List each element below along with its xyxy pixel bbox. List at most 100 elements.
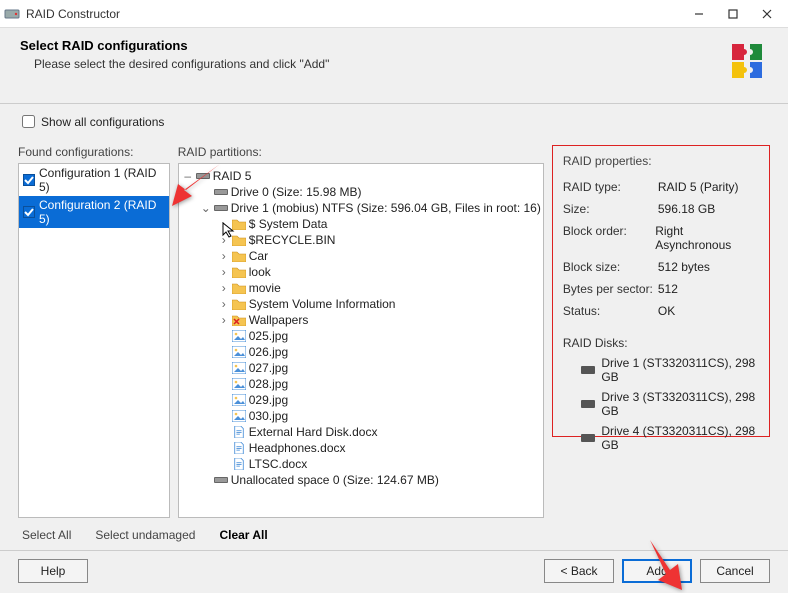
add-button[interactable]: Add bbox=[622, 559, 692, 583]
show-all-checkbox[interactable]: Show all configurations bbox=[18, 112, 770, 131]
property-key: Bytes per sector: bbox=[563, 282, 658, 296]
window-title: RAID Constructor bbox=[26, 7, 682, 21]
raid-disks-label: RAID Disks: bbox=[563, 336, 759, 350]
disk-icon bbox=[213, 473, 229, 487]
tree-row[interactable]: ·027.jpg bbox=[181, 360, 541, 376]
tree-row[interactable]: ›look bbox=[181, 264, 541, 280]
property-value: OK bbox=[658, 304, 675, 318]
property-value: 512 bbox=[658, 282, 678, 296]
tree-row[interactable]: ·LTSC.docx bbox=[181, 456, 541, 472]
tree-label: RAID 5 bbox=[213, 169, 252, 183]
disk-icon bbox=[581, 434, 595, 442]
tree-label: movie bbox=[249, 281, 281, 295]
expand-toggle-icon[interactable]: › bbox=[217, 281, 231, 295]
image-icon bbox=[231, 393, 247, 407]
property-value: Right Asynchronous bbox=[655, 224, 759, 252]
tree-label: Wallpapers bbox=[249, 313, 309, 327]
expand-toggle-icon[interactable]: › bbox=[217, 297, 231, 311]
cursor-icon bbox=[222, 222, 238, 241]
raid-disk-label: Drive 4 (ST3320311CS), 298 GB bbox=[601, 424, 759, 452]
raid-disk-label: Drive 3 (ST3320311CS), 298 GB bbox=[601, 390, 759, 418]
puzzle-icon bbox=[726, 38, 768, 83]
properties-panel: RAID properties: RAID type:RAID 5 (Parit… bbox=[552, 145, 770, 437]
config-checkbox[interactable] bbox=[23, 206, 35, 218]
tree-row[interactable]: › Wallpapers bbox=[181, 312, 541, 328]
titlebar: RAID Constructor bbox=[0, 0, 788, 28]
show-all-input[interactable] bbox=[22, 115, 35, 128]
collapse-toggle-icon[interactable]: ⌄ bbox=[199, 201, 213, 215]
tree-row[interactable]: ›Car bbox=[181, 248, 541, 264]
tree-row[interactable]: ·025.jpg bbox=[181, 328, 541, 344]
tree-label: Headphones.docx bbox=[249, 441, 346, 455]
property-row: Size:596.18 GB bbox=[563, 198, 759, 220]
tree-row[interactable]: ·026.jpg bbox=[181, 344, 541, 360]
config-row[interactable]: Configuration 2 (RAID 5) bbox=[19, 196, 169, 228]
config-row[interactable]: Configuration 1 (RAID 5) bbox=[19, 164, 169, 196]
tree-label: Unallocated space 0 (Size: 124.67 MB) bbox=[231, 473, 439, 487]
tree-label: 028.jpg bbox=[249, 377, 288, 391]
partitions-tree[interactable]: – RAID 5·Drive 0 (Size: 15.98 MB)⌄ Drive 1… bbox=[178, 163, 544, 518]
select-undamaged-link[interactable]: Select undamaged bbox=[95, 528, 195, 542]
tree-label: $ System Data bbox=[249, 217, 328, 231]
image-icon bbox=[231, 409, 247, 423]
expand-toggle-icon[interactable]: › bbox=[217, 265, 231, 279]
cancel-button[interactable]: Cancel bbox=[700, 559, 770, 583]
tree-row[interactable]: ·028.jpg bbox=[181, 376, 541, 392]
property-value: 596.18 GB bbox=[658, 202, 715, 216]
close-button[interactable] bbox=[750, 4, 784, 24]
app-icon bbox=[4, 6, 20, 22]
folder-icon bbox=[231, 249, 247, 263]
tree-row[interactable]: ·Unallocated space 0 (Size: 124.67 MB) bbox=[181, 472, 541, 488]
select-all-link[interactable]: Select All bbox=[22, 528, 71, 542]
tree-row[interactable]: ·030.jpg bbox=[181, 408, 541, 424]
raid-disk-row: Drive 3 (ST3320311CS), 298 GB bbox=[581, 390, 759, 418]
tree-row[interactable]: ⌄ Drive 1 (mobius) NTFS (Size: 596.04 GB,… bbox=[181, 200, 541, 216]
collapse-toggle-icon[interactable]: – bbox=[181, 169, 195, 183]
property-key: Block size: bbox=[563, 260, 658, 274]
expand-toggle-icon[interactable]: › bbox=[217, 249, 231, 263]
folder-x-icon bbox=[231, 313, 247, 327]
config-checkbox[interactable] bbox=[23, 174, 35, 186]
disk-icon bbox=[581, 366, 595, 374]
tree-row[interactable]: ·029.jpg bbox=[181, 392, 541, 408]
maximize-button[interactable] bbox=[716, 4, 750, 24]
tree-label: 025.jpg bbox=[249, 329, 288, 343]
tree-row[interactable]: ·External Hard Disk.docx bbox=[181, 424, 541, 440]
tree-label: Drive 1 (mobius) NTFS (Size: 596.04 GB, … bbox=[231, 201, 541, 215]
doc-icon bbox=[231, 457, 247, 471]
property-key: Size: bbox=[563, 202, 658, 216]
property-key: Block order: bbox=[563, 224, 655, 252]
tree-label: System Volume Information bbox=[249, 297, 396, 311]
tree-label: 027.jpg bbox=[249, 361, 288, 375]
tree-label: LTSC.docx bbox=[249, 457, 307, 471]
partitions-label: RAID partitions: bbox=[178, 145, 544, 159]
back-button[interactable]: < Back bbox=[544, 559, 614, 583]
minimize-button[interactable] bbox=[682, 4, 716, 24]
config-label: Configuration 2 (RAID 5) bbox=[39, 198, 165, 226]
footer: Help < Back Add Cancel bbox=[0, 550, 788, 591]
configurations-list[interactable]: Configuration 1 (RAID 5) Configuration 2 … bbox=[18, 163, 170, 518]
property-value: RAID 5 (Parity) bbox=[658, 180, 739, 194]
folder-icon bbox=[231, 297, 247, 311]
help-button[interactable]: Help bbox=[18, 559, 88, 583]
property-row: Status:OK bbox=[563, 300, 759, 322]
property-key: RAID type: bbox=[563, 180, 658, 194]
property-row: RAID type:RAID 5 (Parity) bbox=[563, 176, 759, 198]
expand-toggle-icon[interactable]: › bbox=[217, 313, 231, 327]
tree-row[interactable]: ·Drive 0 (Size: 15.98 MB) bbox=[181, 184, 541, 200]
tree-row[interactable]: › System Volume Information bbox=[181, 296, 541, 312]
properties-label: RAID properties: bbox=[563, 154, 759, 168]
tree-label: Drive 0 (Size: 15.98 MB) bbox=[231, 185, 362, 199]
disk-icon bbox=[213, 201, 229, 215]
folder-icon bbox=[231, 265, 247, 279]
tree-row[interactable]: › movie bbox=[181, 280, 541, 296]
wizard-header: Select RAID configurations Please select… bbox=[0, 28, 788, 103]
tree-label: 029.jpg bbox=[249, 393, 288, 407]
doc-icon bbox=[231, 425, 247, 439]
clear-all-link[interactable]: Clear All bbox=[219, 528, 267, 542]
found-label: Found configurations: bbox=[18, 145, 170, 159]
tree-row[interactable]: – RAID 5 bbox=[181, 168, 541, 184]
config-label: Configuration 1 (RAID 5) bbox=[39, 166, 165, 194]
property-row: Bytes per sector:512 bbox=[563, 278, 759, 300]
tree-row[interactable]: ·Headphones.docx bbox=[181, 440, 541, 456]
